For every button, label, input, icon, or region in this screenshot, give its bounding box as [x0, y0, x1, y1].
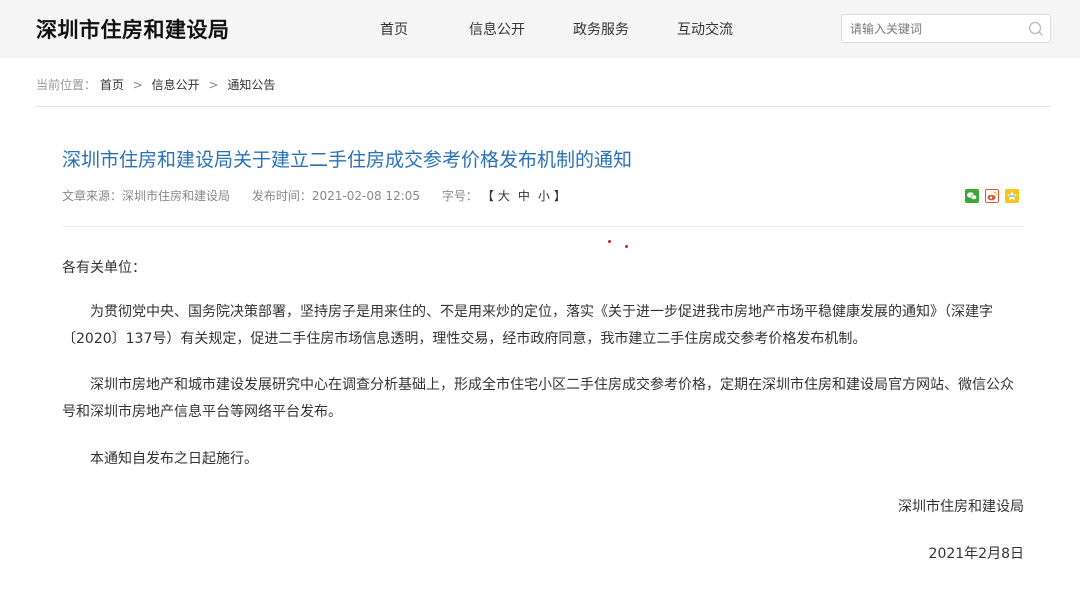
signature-date: 2021年2月8日	[928, 546, 1024, 562]
article-time: 发布时间：2021-02-08 12:05	[252, 189, 420, 203]
time-value: 2021-02-08 12:05	[311, 189, 421, 203]
site-title[interactable]: 深圳市住房和建设局	[36, 14, 230, 44]
search-input[interactable]	[850, 20, 1020, 38]
nav-item-government-services[interactable]: 政务服务	[573, 19, 629, 39]
decorative-dot	[608, 240, 611, 243]
font-size-options: 【大中小】	[488, 189, 566, 203]
nav-item-info-disclosure[interactable]: 信息公开	[469, 19, 525, 39]
article-title: 深圳市住房和建设局关于建立二手住房成交参考价格发布机制的通知	[62, 149, 633, 171]
paragraph-1: 为贯彻党中央、国务院决策部署，坚持房子是用来住的、不是用来炒的定位，落实《关于进…	[62, 304, 993, 347]
signature-organization: 深圳市住房和建设局	[898, 499, 1024, 515]
article-meta: 文章来源：深圳市住房和建设局 发布时间：2021-02-08 12:05 字号：…	[62, 187, 584, 204]
breadcrumb-info-disclosure[interactable]: 信息公开	[152, 78, 200, 92]
breadcrumb-divider	[36, 106, 1051, 107]
breadcrumb-label: 当前位置：	[36, 78, 97, 92]
time-label: 发布时间：	[251, 189, 312, 203]
wechat-icon[interactable]	[965, 189, 979, 203]
meta-divider	[62, 226, 1024, 227]
paragraph-3: 本通知自发布之日起施行。	[90, 451, 258, 467]
font-size-open-bracket: 【	[487, 189, 494, 203]
breadcrumb: 当前位置： 首页 > 信息公开 > 通知公告	[36, 76, 275, 93]
source-value: 深圳市住房和建设局	[122, 189, 231, 203]
font-size-close-bracket: 】	[553, 189, 566, 203]
nav-item-home[interactable]: 首页	[380, 19, 408, 39]
font-size-small-button[interactable]: 小	[538, 189, 550, 203]
decorative-dot	[625, 245, 628, 248]
breadcrumb-notices[interactable]: 通知公告	[227, 78, 275, 92]
font-size-label: 字号：	[441, 189, 478, 203]
font-size-medium-button[interactable]: 中	[518, 189, 530, 203]
qzone-icon[interactable]	[1005, 189, 1019, 203]
breadcrumb-separator: >	[208, 78, 219, 92]
font-size-large-button[interactable]: 大	[498, 189, 510, 203]
article-source: 文章来源：深圳市住房和建设局	[62, 189, 230, 203]
nav-item-interaction[interactable]: 互动交流	[677, 19, 733, 39]
paragraph-2: 深圳市房地产和城市建设发展研究中心在调查分析基础上，形成全市住宅小区二手住房成交…	[62, 377, 1014, 420]
site-header: 深圳市住房和建设局 首页 信息公开 政务服务 互动交流	[0, 0, 1080, 58]
source-label: 文章来源：	[62, 189, 123, 203]
breadcrumb-home[interactable]: 首页	[100, 78, 124, 92]
search-icon[interactable]	[1028, 21, 1044, 37]
font-size-control: 字号： 【大中小】	[442, 189, 566, 203]
salutation: 各有关单位：	[62, 260, 146, 276]
weibo-icon[interactable]	[985, 189, 999, 203]
breadcrumb-separator: >	[132, 78, 143, 92]
search-box	[841, 14, 1051, 43]
